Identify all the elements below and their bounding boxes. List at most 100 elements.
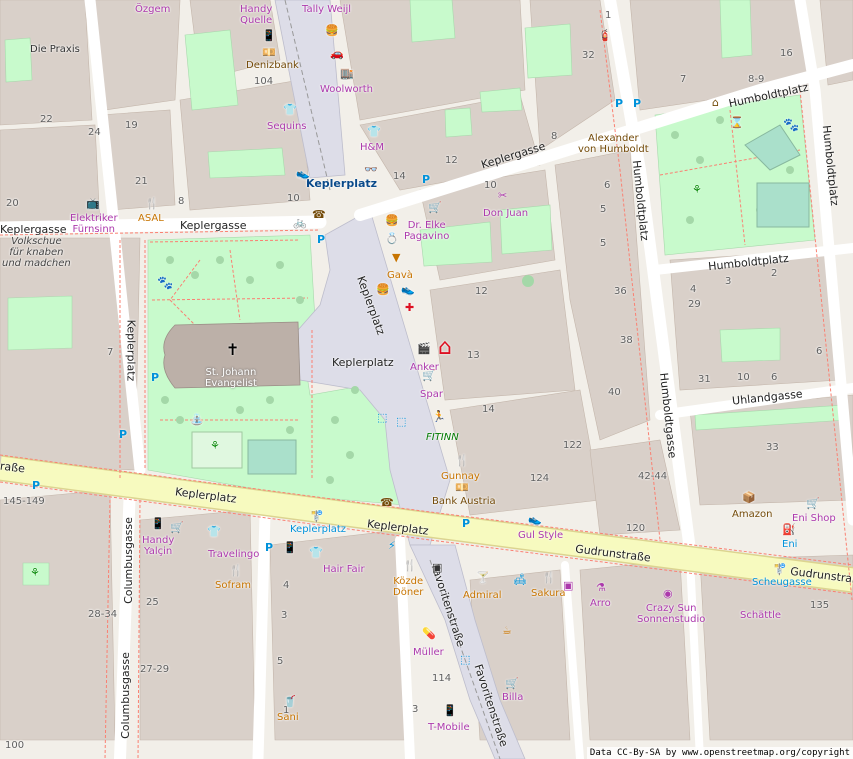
poi-woolworth[interactable]: Woolworth: [320, 84, 373, 95]
poi-sofram[interactable]: Sofram: [215, 580, 251, 591]
playground-icon: ⚘: [210, 439, 220, 452]
poi-t-mobile[interactable]: T-Mobile: [428, 722, 470, 733]
drinking-water-icon: ⛲: [190, 413, 204, 426]
tanning-icon: ◉: [663, 587, 673, 600]
poi-amazon[interactable]: Amazon: [732, 509, 772, 520]
poi-tally-weijl[interactable]: Tally Weijl: [302, 4, 351, 15]
restaurant-icon: 🍴: [455, 454, 469, 467]
poi-scheugasse[interactable]: Scheugasse: [752, 577, 812, 588]
street-label-columbusgasse[interactable]: Columbusgasse: [122, 517, 135, 604]
housenumber: 42-44: [638, 471, 668, 482]
paw-icon: 🐾: [783, 118, 800, 133]
street-label-keplerplatz-square[interactable]: Keplerplatz: [332, 357, 394, 368]
poi-sakura[interactable]: Sakura: [531, 588, 566, 599]
bicycle-rental-icon: 🚲: [293, 216, 307, 229]
poi-schattle[interactable]: Schättle: [740, 610, 781, 621]
poi-don-juan[interactable]: Don Juan: [483, 208, 528, 219]
charging-station-icon: ⚡: [388, 539, 396, 552]
poi-die-praxis[interactable]: Die Praxis: [30, 44, 80, 55]
poi-hair-fair[interactable]: Hair Fair: [323, 564, 365, 575]
parking-bicycle-icon: P: [32, 479, 41, 492]
poi-crazy-sun[interactable]: Crazy Sun Sonnenstudio: [637, 603, 705, 625]
poi-asal[interactable]: ASAL: [138, 213, 164, 224]
street-label-keplerplatz-west[interactable]: Keplerplatz: [124, 320, 137, 382]
poi-spar[interactable]: Spar: [420, 389, 443, 400]
tram-stop-icon: ⬚: [377, 411, 388, 424]
cafe-icon: ☕: [502, 624, 512, 637]
housenumber: 28-34: [88, 609, 118, 620]
shoes-icon: 👟: [528, 513, 542, 526]
housenumber: 16: [780, 48, 793, 59]
poi-kozde-doner[interactable]: Közde Döner: [393, 576, 423, 598]
poi-elektriker[interactable]: Elektriker Fürnsinn: [70, 213, 118, 235]
poi-billa[interactable]: Billa: [502, 692, 523, 703]
housenumber: 145-149: [3, 496, 45, 507]
poi-sequins[interactable]: Sequins: [267, 121, 307, 132]
poi-eni[interactable]: Eni: [782, 539, 797, 550]
bus-stop-icon: 🚏: [773, 563, 787, 576]
poi-handy-quelle[interactable]: Handy Quelle: [240, 4, 272, 26]
housenumber: 20: [6, 198, 19, 209]
housenumber: 104: [254, 76, 274, 87]
playground-icon: ⚘: [692, 183, 702, 196]
poi-fitinn[interactable]: FITINN: [426, 432, 459, 443]
housenumber: 114: [432, 673, 452, 684]
paw-icon: 🐾: [157, 276, 174, 291]
poi-admiral[interactable]: Admiral: [463, 590, 502, 601]
supermarket-icon: 🛒: [505, 677, 519, 690]
supermarket-icon: 🛒: [806, 497, 820, 510]
cross-icon: ✝: [226, 340, 240, 359]
poi-arro[interactable]: Arro: [590, 598, 611, 609]
parking-bicycle-icon: P: [615, 97, 624, 110]
poi-ozgem[interactable]: Özgem: [135, 4, 170, 15]
housenumber: 31: [698, 374, 711, 385]
poi-tram-stop-keplerplatz[interactable]: Keplerplatz: [290, 524, 346, 535]
map-attribution[interactable]: Data CC-By-SA by www.openstreetmap.org/c…: [586, 747, 853, 759]
chemist-icon: 💊: [422, 627, 436, 640]
street-label-keplergasse-left[interactable]: Keplergasse: [0, 224, 67, 235]
parking-bicycle-icon: P: [265, 541, 274, 554]
poi-volksschue[interactable]: Volkschue für knaben und madchen: [2, 236, 71, 269]
laundry-icon: ▣: [563, 579, 574, 592]
clothes-icon: 👕: [367, 125, 381, 138]
poi-eni-shop[interactable]: Eni Shop: [792, 513, 836, 524]
poi-denizbank[interactable]: Denizbank: [246, 60, 299, 71]
shoes-icon: 👟: [401, 283, 415, 296]
supermarket-icon: 🛒: [428, 201, 442, 214]
ice-cream-icon: ▼: [392, 251, 401, 264]
housenumber: 8-9: [748, 74, 765, 85]
poi-gul-style[interactable]: Gul Style: [518, 530, 563, 541]
poi-dr-elke-pagavino[interactable]: Dr. Elke Pagavino: [404, 220, 449, 242]
housenumber: 36: [614, 286, 627, 297]
supermarket-icon: 🛒: [170, 521, 184, 534]
housenumber: 5: [600, 238, 607, 249]
street-label-strasse-left[interactable]: raße: [0, 460, 26, 476]
cafe-icon: 🥤: [283, 695, 297, 708]
phone-icon: ☎: [380, 496, 394, 509]
housenumber: 8: [551, 131, 558, 142]
housenumber: 10: [484, 180, 497, 191]
poi-travelingo[interactable]: Travelingo: [208, 549, 259, 560]
map-view[interactable]: Keplergasse Keplergasse Keplergasse Kepl…: [0, 0, 853, 759]
poi-bank-austria[interactable]: Bank Austria: [432, 496, 496, 507]
optician-icon: 👓: [364, 163, 378, 176]
restaurant-icon: 🍴: [403, 559, 417, 572]
poi-hm[interactable]: H&M: [360, 142, 384, 153]
jewelry-icon: 💍: [385, 232, 399, 245]
poi-muller[interactable]: Müller: [413, 647, 444, 658]
poi-alexander-von-humboldt[interactable]: Alexander von Humboldt: [578, 133, 649, 155]
street-label-keplerplatz-station[interactable]: Keplerplatz: [306, 178, 377, 189]
street-label-keplergasse[interactable]: Keplergasse: [180, 220, 247, 231]
housenumber: 135: [810, 600, 830, 611]
fast-food-icon: 🍔: [385, 214, 399, 227]
housenumber: 5: [277, 656, 284, 667]
poi-church-st-johann[interactable]: St. Johann Evangelist: [205, 367, 257, 389]
housenumber: 40: [608, 387, 621, 398]
poi-gava[interactable]: Gavà: [387, 270, 413, 281]
mobile-phone-icon: 📱: [443, 704, 457, 717]
department-store-icon: 🏬: [340, 67, 354, 80]
parking-bicycle-icon: P: [462, 517, 471, 530]
housenumber: 4: [690, 284, 697, 295]
street-label-columbusgasse-2[interactable]: Columbusgasse: [119, 652, 132, 739]
poi-handy-yalcin[interactable]: Handy Yalçin: [142, 535, 174, 557]
